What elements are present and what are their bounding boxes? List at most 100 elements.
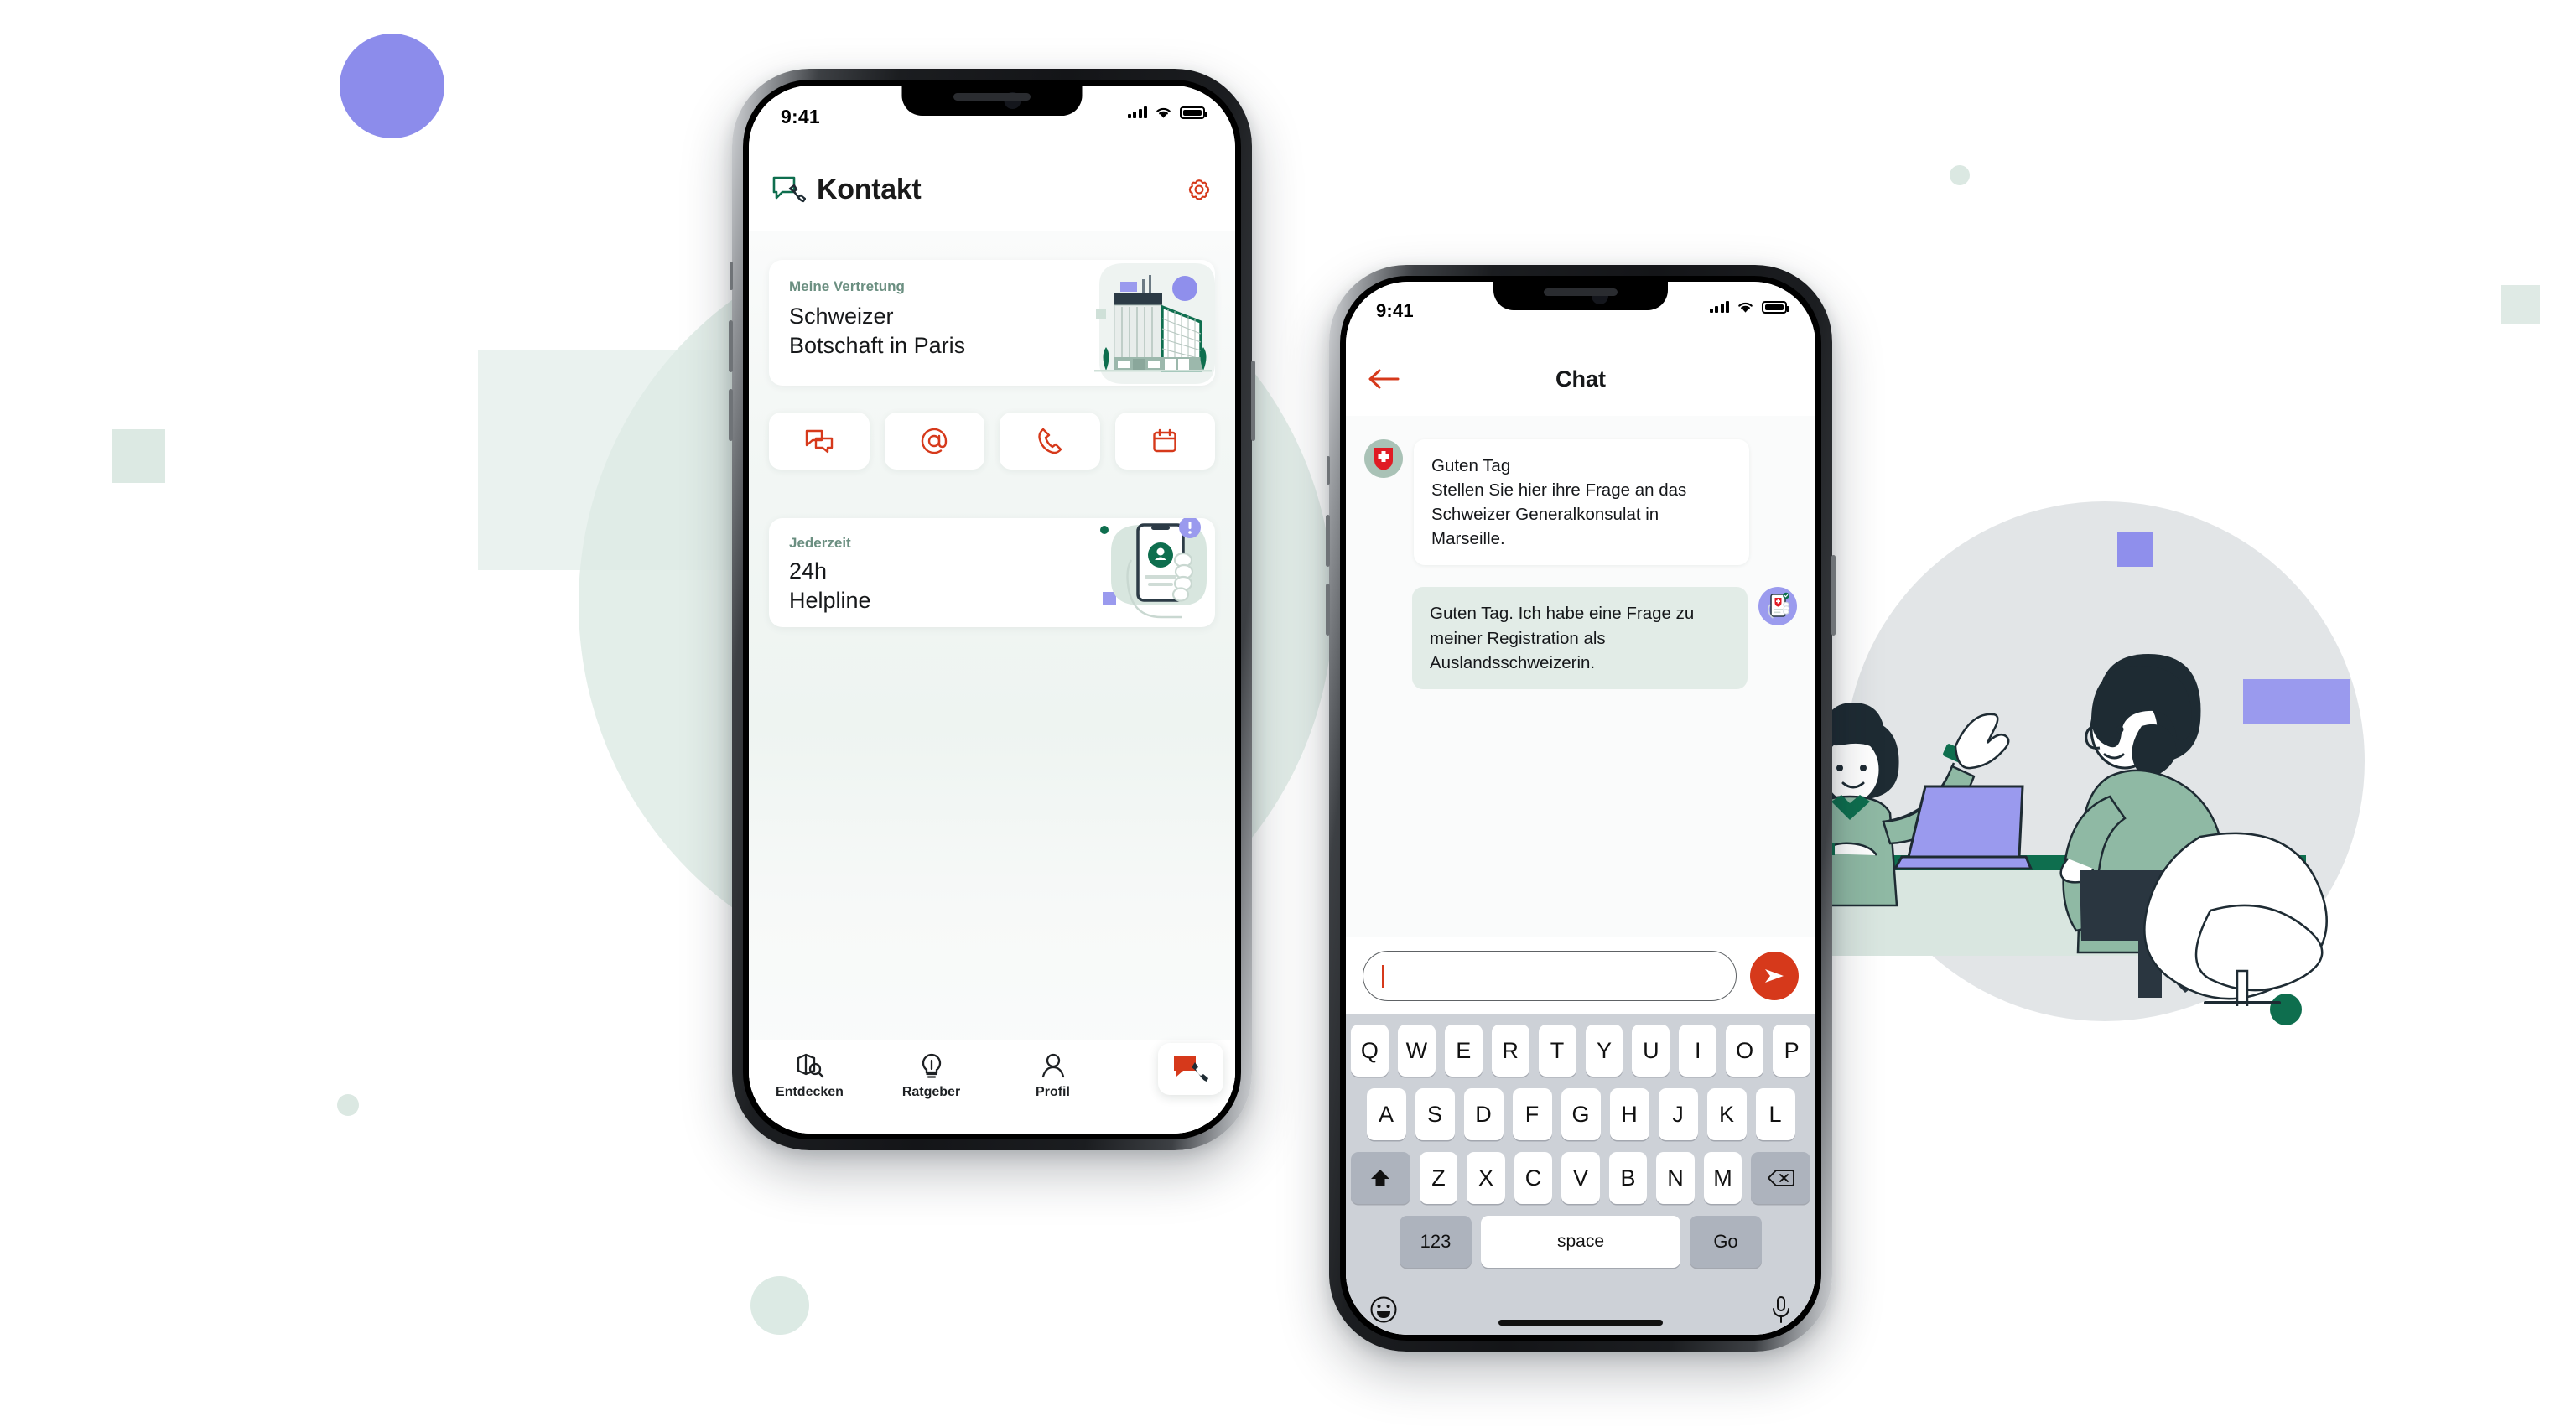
chat-title: Chat — [1555, 366, 1606, 392]
key-j[interactable]: J — [1658, 1088, 1698, 1140]
key-u[interactable]: U — [1632, 1025, 1670, 1077]
message-input[interactable] — [1363, 951, 1737, 1001]
status-icons — [1709, 300, 1789, 314]
kontakt-title-group: Kontakt — [772, 173, 922, 206]
cellular-signal-icon — [1127, 106, 1147, 118]
key-p[interactable]: P — [1773, 1025, 1811, 1077]
kontakt-app: 9:41 Kontakt Meine Vertretung Schweizer … — [749, 86, 1235, 1134]
key-v[interactable]: V — [1561, 1152, 1600, 1204]
key-h[interactable]: H — [1609, 1088, 1649, 1140]
key-w[interactable]: W — [1397, 1025, 1436, 1077]
key-b[interactable]: B — [1608, 1152, 1648, 1204]
key-r[interactable]: R — [1491, 1025, 1530, 1077]
numbers-key[interactable]: 123 — [1400, 1216, 1472, 1268]
avatar-user — [1758, 587, 1797, 626]
chat-app: 9:41 Chat Guten Tag Stellen Sie hier ihr… — [1346, 282, 1815, 1335]
embassy-building-illustration — [1094, 263, 1215, 384]
quick-action-phone[interactable] — [1000, 413, 1100, 470]
key-m[interactable]: M — [1703, 1152, 1742, 1204]
volume-down-button[interactable] — [729, 389, 733, 441]
shift-key[interactable] — [1351, 1152, 1410, 1204]
key-z[interactable]: Z — [1419, 1152, 1458, 1204]
quick-action-chat[interactable] — [769, 413, 870, 470]
consulate-scene-illustration — [1803, 654, 2328, 1006]
power-button[interactable] — [1831, 555, 1836, 636]
person-icon — [1041, 1053, 1064, 1078]
volume-up-button[interactable] — [1326, 515, 1330, 567]
key-k[interactable]: K — [1706, 1088, 1747, 1140]
space-key[interactable]: space — [1481, 1216, 1680, 1268]
phone-notch — [1493, 282, 1668, 310]
earpiece-speaker — [1544, 288, 1618, 296]
chat-phone-icon — [1174, 1056, 1208, 1082]
decor-mint-dot-left — [337, 1094, 359, 1116]
chat-message-outgoing: Guten Tag. Ich habe eine Frage zu meiner… — [1364, 587, 1797, 689]
chat-fab-button[interactable] — [1158, 1043, 1223, 1095]
tab-entdecken[interactable]: Entdecken — [749, 1052, 870, 1100]
send-paper-plane-icon — [1765, 969, 1784, 983]
silent-switch[interactable] — [730, 262, 733, 290]
tab-ratgeber[interactable]: Ratgeber — [870, 1052, 992, 1100]
representation-card[interactable]: Meine Vertretung Schweizer Botschaft in … — [769, 260, 1215, 386]
quick-actions-row — [769, 413, 1215, 470]
gear-icon[interactable] — [1187, 177, 1212, 202]
key-q[interactable]: Q — [1350, 1025, 1389, 1077]
emoji-smiley-icon[interactable] — [1369, 1295, 1398, 1324]
home-indicator[interactable] — [1498, 1320, 1663, 1326]
phone-device-kontakt: 9:41 Kontakt Meine Vertretung Schweizer … — [729, 69, 1255, 1150]
chat-bubbles-icon — [805, 429, 833, 454]
silent-switch[interactable] — [1327, 456, 1330, 485]
volume-down-button[interactable] — [1326, 584, 1330, 636]
arrow-left-icon[interactable] — [1368, 368, 1400, 390]
battery-icon — [1762, 300, 1789, 314]
key-x[interactable]: X — [1467, 1152, 1505, 1204]
key-t[interactable]: T — [1538, 1025, 1576, 1077]
text-caret — [1382, 964, 1384, 988]
shift-arrow-icon — [1371, 1170, 1390, 1186]
key-d[interactable]: D — [1463, 1088, 1504, 1140]
keyboard-row-3: Z X C V B N M — [1351, 1152, 1810, 1204]
chat-message-incoming: Guten Tag Stellen Sie hier ihre Frage an… — [1364, 439, 1797, 566]
key-c[interactable]: C — [1514, 1152, 1553, 1204]
earpiece-speaker — [953, 93, 1031, 101]
chat-composer — [1346, 937, 1815, 1014]
return-key[interactable]: Go — [1690, 1216, 1762, 1268]
tab-label-ratgeber: Ratgeber — [901, 1085, 961, 1099]
key-s[interactable]: S — [1415, 1088, 1455, 1140]
page-title: Kontakt — [817, 173, 922, 205]
kontakt-header: Kontakt — [749, 148, 1235, 231]
backspace-key[interactable] — [1751, 1152, 1810, 1204]
quick-action-appointment[interactable] — [1114, 413, 1215, 470]
map-search-icon — [797, 1053, 823, 1078]
power-button[interactable] — [1251, 361, 1255, 441]
calendar-icon — [1153, 428, 1176, 453]
key-e[interactable]: E — [1444, 1025, 1483, 1077]
key-g[interactable]: G — [1561, 1088, 1601, 1140]
key-a[interactable]: A — [1366, 1088, 1406, 1140]
tab-label-entdecken: Entdecken — [776, 1085, 844, 1099]
keyboard-row-2: A S D F G H J K L — [1351, 1088, 1810, 1140]
keyboard-row-4: 123 space Go — [1351, 1216, 1810, 1268]
key-y[interactable]: Y — [1585, 1025, 1623, 1077]
phone-notch — [901, 86, 1083, 116]
key-l[interactable]: L — [1755, 1088, 1795, 1140]
phone-bezel: 9:41 — [1340, 276, 1821, 1341]
key-f[interactable]: F — [1512, 1088, 1552, 1140]
volume-up-button[interactable] — [729, 320, 733, 372]
send-button[interactable] — [1750, 952, 1799, 1000]
on-screen-keyboard: Q W E R T Y U I O P A S D F G H J K L Z … — [1346, 1014, 1815, 1335]
key-i[interactable]: I — [1679, 1025, 1717, 1077]
status-time: 9:41 — [1376, 300, 1414, 321]
phone-bezel: 9:41 — [743, 80, 1241, 1139]
decor-mint-circle-bottom — [750, 1276, 809, 1335]
keyboard-row-1: Q W E R T Y U I O P — [1350, 1025, 1811, 1077]
status-icons — [1127, 106, 1208, 119]
tab-profil[interactable]: Profil — [992, 1052, 1114, 1100]
quick-action-email[interactable] — [884, 413, 984, 470]
key-n[interactable]: N — [1656, 1152, 1695, 1204]
wifi-icon — [1738, 302, 1753, 313]
decor-lavender-circle — [340, 34, 444, 138]
key-o[interactable]: O — [1726, 1025, 1764, 1077]
microphone-icon[interactable] — [1770, 1295, 1792, 1324]
helpline-card[interactable]: Jederzeit 24h Helpline — [769, 518, 1215, 627]
